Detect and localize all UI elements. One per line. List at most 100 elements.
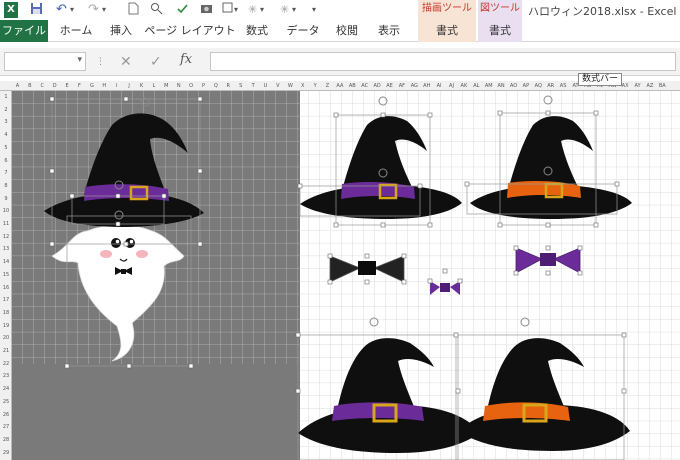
row-header[interactable]: 24 (0, 386, 12, 392)
column-header[interactable]: AQ (533, 81, 544, 91)
column-header[interactable]: S (235, 81, 246, 91)
row-header[interactable]: 5 (0, 145, 12, 151)
tab-formulas[interactable]: 数式 (240, 20, 274, 42)
column-header[interactable]: BA (657, 81, 668, 91)
column-header[interactable]: N (173, 81, 184, 91)
column-header[interactable]: AO (508, 81, 519, 91)
row-header[interactable]: 3 (0, 119, 12, 125)
column-header[interactable]: AK (458, 81, 469, 91)
row-header[interactable]: 20 (0, 335, 12, 341)
row-header[interactable]: 21 (0, 348, 12, 354)
tab-view[interactable]: 表示 (372, 20, 406, 42)
column-header[interactable]: O (186, 81, 197, 91)
shape-icon[interactable] (222, 2, 233, 18)
shape-dropdown-icon[interactable]: ▾ (234, 2, 238, 18)
row-header[interactable]: 6 (0, 158, 12, 164)
column-header[interactable]: Q (210, 81, 221, 91)
tab-file[interactable]: ファイル (0, 20, 48, 42)
effects-dropdown-icon[interactable]: ▾ (292, 2, 296, 18)
row-header[interactable]: 1 (0, 94, 12, 100)
column-header[interactable]: AC (359, 81, 370, 91)
sparkle-dropdown-icon[interactable]: ▾ (260, 2, 264, 18)
row-header[interactable]: 12 (0, 234, 12, 240)
tab-picture-format[interactable]: 書式 (478, 20, 522, 42)
spelling-icon[interactable] (176, 2, 189, 18)
row-header[interactable]: 29 (0, 450, 12, 456)
column-header[interactable]: U (260, 81, 271, 91)
undo-dropdown-icon[interactable]: ▾ (70, 2, 74, 18)
row-header[interactable]: 28 (0, 437, 12, 443)
column-header[interactable]: AB (347, 81, 358, 91)
column-header[interactable]: AN (496, 81, 507, 91)
column-header[interactable]: AJ (446, 81, 457, 91)
column-header[interactable]: F (74, 81, 85, 91)
column-header[interactable]: AR (545, 81, 556, 91)
column-header[interactable]: AM (483, 81, 494, 91)
sparkle-icon[interactable]: ✳ (248, 2, 257, 18)
row-header[interactable]: 18 (0, 310, 12, 316)
column-header[interactable]: AD (372, 81, 383, 91)
column-header[interactable]: H (99, 81, 110, 91)
row-header[interactable]: 19 (0, 323, 12, 329)
row-header[interactable]: 13 (0, 246, 12, 252)
tab-home[interactable]: ホーム (54, 20, 98, 42)
column-header[interactable]: Y (310, 81, 321, 91)
enter-formula-icon[interactable]: ✓ (150, 53, 162, 71)
name-box[interactable]: ▾ (4, 52, 86, 71)
column-header[interactable]: AS (558, 81, 569, 91)
column-header[interactable]: G (86, 81, 97, 91)
customize-toolbar-icon[interactable]: ▾ (312, 2, 316, 18)
formula-bar-grip-icon[interactable]: ⋮ (96, 53, 105, 71)
insert-function-icon[interactable]: fx (180, 52, 192, 67)
row-header[interactable]: 8 (0, 183, 12, 189)
row-header[interactable]: 16 (0, 285, 12, 291)
column-header[interactable]: W (285, 81, 296, 91)
column-header[interactable]: AI (434, 81, 445, 91)
tab-data[interactable]: データ (282, 20, 324, 42)
row-header[interactable]: 15 (0, 272, 12, 278)
tab-page-layout[interactable]: ページ レイアウト (144, 20, 236, 42)
worksheet-grid[interactable] (12, 91, 680, 460)
name-box-dropdown-icon[interactable]: ▾ (77, 55, 82, 65)
column-header[interactable]: I (111, 81, 122, 91)
row-header[interactable]: 23 (0, 373, 12, 379)
column-header[interactable]: AE (384, 81, 395, 91)
row-header[interactable]: 17 (0, 297, 12, 303)
redo-icon[interactable]: ↷ (88, 2, 99, 18)
row-header[interactable]: 10 (0, 208, 12, 214)
column-header[interactable]: AG (409, 81, 420, 91)
tab-drawing-format[interactable]: 書式 (418, 20, 476, 42)
tab-insert[interactable]: 挿入 (104, 20, 138, 42)
undo-icon[interactable]: ↶ (56, 2, 67, 18)
row-header[interactable]: 7 (0, 170, 12, 176)
column-header[interactable]: A (12, 81, 23, 91)
column-header[interactable]: AY (632, 81, 643, 91)
row-header[interactable]: 11 (0, 221, 12, 227)
column-header[interactable]: T (248, 81, 259, 91)
row-header[interactable]: 25 (0, 399, 12, 405)
column-header[interactable]: X (297, 81, 308, 91)
row-header[interactable]: 26 (0, 412, 12, 418)
tab-review[interactable]: 校閲 (330, 20, 364, 42)
column-header[interactable]: B (24, 81, 35, 91)
column-header[interactable]: AL (471, 81, 482, 91)
column-header[interactable]: J (124, 81, 135, 91)
column-header[interactable]: AF (396, 81, 407, 91)
row-header[interactable]: 14 (0, 259, 12, 265)
new-file-icon[interactable] (128, 2, 139, 18)
redo-dropdown-icon[interactable]: ▾ (102, 2, 106, 18)
column-header[interactable]: E (62, 81, 73, 91)
column-header[interactable]: AH (421, 81, 432, 91)
row-header[interactable]: 9 (0, 196, 12, 202)
column-header[interactable]: L (148, 81, 159, 91)
print-preview-icon[interactable] (150, 2, 163, 18)
column-header[interactable]: K (136, 81, 147, 91)
row-header[interactable]: 27 (0, 424, 12, 430)
column-header[interactable]: R (223, 81, 234, 91)
cancel-formula-icon[interactable]: ✕ (120, 53, 132, 71)
column-header[interactable]: P (198, 81, 209, 91)
column-header[interactable]: AZ (644, 81, 655, 91)
row-header[interactable]: 22 (0, 361, 12, 367)
column-header[interactable]: V (272, 81, 283, 91)
column-header[interactable]: M (161, 81, 172, 91)
